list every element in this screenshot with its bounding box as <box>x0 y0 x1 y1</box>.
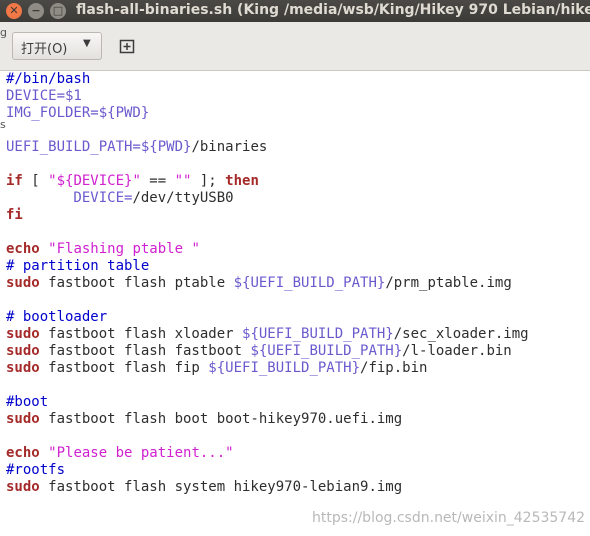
code-token: sudo <box>6 411 40 427</box>
code-token: == <box>140 173 175 189</box>
toolbar: 打开(O) ▼ <box>0 22 590 71</box>
code-token: /prm_ptable.img <box>385 275 512 291</box>
new-document-icon <box>119 39 135 54</box>
code-line[interactable]: # bootloader <box>6 309 107 326</box>
code-line[interactable]: echo "Flashing ptable " <box>6 241 200 258</box>
code-token: fastboot flash fastboot <box>39 343 251 359</box>
code-token: /fip.bin <box>360 360 428 376</box>
code-token: fastboot flash boot boot-hikey970.uefi.i… <box>39 411 403 427</box>
code-token: "Flashing ptable " <box>48 241 200 257</box>
minimize-window-button[interactable]: − <box>28 3 44 19</box>
open-file-button[interactable]: 打开(O) ▼ <box>12 32 102 60</box>
code-token: #/bin/bash <box>6 71 91 87</box>
code-line[interactable]: # partition table <box>6 258 149 275</box>
code-line[interactable]: IMG_FOLDER=${PWD} <box>6 105 149 122</box>
code-editor[interactable]: #/bin/bash DEVICE=$1 IMG_FOLDER=${PWD} UEFI… <box>6 71 590 536</box>
code-line[interactable]: if [ "${DEVICE}" == "" ]; then <box>6 173 259 190</box>
code-token: UEFI_BUILD_PATH=${PWD} <box>6 139 192 155</box>
code-token: fi <box>6 207 23 223</box>
code-token: [ <box>22 173 49 189</box>
code-token: then <box>225 173 259 189</box>
maximize-window-button[interactable]: □ <box>50 3 66 19</box>
new-document-button[interactable] <box>112 32 142 60</box>
code-token: fastboot flash xloader <box>39 326 243 342</box>
code-token: /sec_xloader.img <box>393 326 529 342</box>
code-token: /binaries <box>191 139 268 155</box>
code-token: sudo <box>6 275 40 291</box>
window-titlebar: ✕ − □ flash-all-binaries.sh (King /media… <box>0 0 590 22</box>
code-line[interactable]: #boot <box>6 394 48 411</box>
code-line[interactable]: #/bin/bash <box>6 71 90 88</box>
code-token: "" <box>174 173 192 189</box>
code-token: #boot <box>6 394 49 410</box>
code-line[interactable]: echo "Please be patient..." <box>6 445 234 462</box>
code-token: sudo <box>6 360 40 376</box>
code-token: echo <box>6 445 40 461</box>
code-token: fastboot flash system hikey970-lebian9.i… <box>39 479 403 495</box>
code-token: /dev/ttyUSB0 <box>132 190 234 206</box>
code-token: "${DEVICE}" <box>48 173 141 189</box>
code-token: # bootloader <box>6 309 108 325</box>
left-edge-strip: g s <box>0 26 7 536</box>
code-line[interactable]: sudo fastboot flash system hikey970-lebi… <box>6 479 402 496</box>
code-token: "Please be patient..." <box>48 445 234 461</box>
code-line[interactable]: DEVICE=/dev/ttyUSB0 <box>6 190 234 207</box>
code-line[interactable]: sudo fastboot flash fastboot ${UEFI_BUIL… <box>6 343 512 360</box>
open-file-label: 打开(O) <box>21 42 68 57</box>
code-token: sudo <box>6 343 40 359</box>
code-line[interactable]: DEVICE=$1 <box>6 88 82 105</box>
left-stub-char: g <box>0 26 7 39</box>
window-title: flash-all-binaries.sh (King /media/wsb/K… <box>76 2 590 18</box>
close-window-button[interactable]: ✕ <box>6 3 22 19</box>
code-line[interactable]: sudo fastboot flash fip ${UEFI_BUILD_PAT… <box>6 360 427 377</box>
watermark-text: https://blog.csdn.net/weixin_42535742 <box>312 510 586 526</box>
code-token: ${UEFI_BUILD_PATH} <box>233 275 386 291</box>
code-token: if <box>6 173 23 189</box>
code-token: ${UEFI_BUILD_PATH} <box>208 360 361 376</box>
left-stub-char: s <box>0 118 6 131</box>
code-line[interactable]: sudo fastboot flash ptable ${UEFI_BUILD_… <box>6 275 512 292</box>
code-line[interactable]: UEFI_BUILD_PATH=${PWD}/binaries <box>6 139 267 156</box>
chevron-down-icon: ▼ <box>83 38 91 49</box>
code-line[interactable]: sudo fastboot flash xloader ${UEFI_BUILD… <box>6 326 529 343</box>
code-token: #rootfs <box>6 462 66 478</box>
code-token: ${UEFI_BUILD_PATH} <box>250 343 403 359</box>
code-token: echo <box>6 241 40 257</box>
code-token: ]; <box>191 173 226 189</box>
code-token: DEVICE= <box>6 190 133 206</box>
code-token: fastboot flash ptable <box>39 275 234 291</box>
code-token: IMG_FOLDER=${PWD} <box>6 105 150 121</box>
code-line[interactable]: sudo fastboot flash boot boot-hikey970.u… <box>6 411 402 428</box>
code-line[interactable]: fi <box>6 207 23 224</box>
code-token: DEVICE=$1 <box>6 88 82 104</box>
code-token: sudo <box>6 479 40 495</box>
code-token: ${UEFI_BUILD_PATH} <box>242 326 394 342</box>
code-token: # partition table <box>6 258 150 274</box>
code-token: fastboot flash fip <box>39 360 209 376</box>
code-token: sudo <box>6 326 40 342</box>
code-line[interactable]: #rootfs <box>6 462 65 479</box>
code-token: /l-loader.bin <box>402 343 512 359</box>
